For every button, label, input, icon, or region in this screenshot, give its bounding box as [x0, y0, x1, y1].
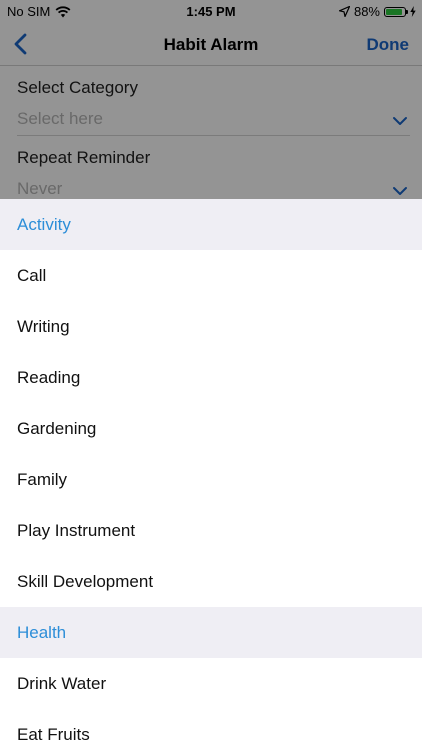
alarm-form: Select Category Select here Repeat Remin… [0, 66, 422, 206]
list-item-label: Eat Fruits [17, 725, 90, 744]
chevron-down-icon[interactable] [392, 186, 408, 196]
category-label: Select Category [17, 78, 138, 97]
done-button[interactable]: Done [367, 35, 410, 55]
location-arrow-icon [338, 6, 350, 17]
list-item[interactable]: Writing [0, 301, 422, 352]
section-header-health: Health [0, 607, 422, 658]
battery-tip [406, 9, 408, 14]
battery-icon [384, 6, 408, 17]
list-item-label: Family [17, 470, 68, 489]
status-bar: No SIM 1:45 PM 88% [0, 0, 422, 24]
list-item[interactable]: Skill Development [0, 556, 422, 607]
repeat-label: Repeat Reminder [17, 148, 151, 167]
page-title: Habit Alarm [163, 35, 259, 54]
list-item-label: Gardening [17, 419, 97, 438]
section-header-label: Activity [17, 215, 71, 234]
status-right: 88% [338, 4, 416, 19]
repeat-field[interactable]: Repeat Reminder Never [0, 136, 422, 206]
repeat-value[interactable]: Never [17, 179, 62, 199]
list-item-label: Skill Development [17, 572, 154, 591]
list-item[interactable]: Gardening [0, 403, 422, 454]
list-item[interactable]: Eat Fruits [0, 709, 422, 750]
section-header-activity: Activity [0, 199, 422, 250]
list-item[interactable]: Family [0, 454, 422, 505]
list-item-label: Play Instrument [17, 521, 136, 540]
list-item-label: Writing [17, 317, 70, 336]
list-item[interactable]: Call [0, 250, 422, 301]
battery-level-fill [386, 8, 402, 15]
list-item-label: Reading [17, 368, 81, 387]
list-item-label: Drink Water [17, 674, 107, 693]
list-item[interactable]: Reading [0, 352, 422, 403]
category-field[interactable]: Select Category Select here [0, 66, 422, 136]
navigation-bar: Habit Alarm Done [0, 24, 422, 66]
list-item-label: Call [17, 266, 47, 285]
battery-percent: 88% [353, 4, 380, 19]
charging-bolt-icon [410, 6, 416, 17]
list-item[interactable]: Play Instrument [0, 505, 422, 556]
category-picker-sheet: Activity Call Writing Reading Gardening … [0, 199, 422, 750]
category-placeholder[interactable]: Select here [17, 109, 103, 129]
chevron-down-icon[interactable] [392, 116, 408, 126]
section-header-label: Health [17, 623, 67, 642]
list-item[interactable]: Drink Water [0, 658, 422, 709]
